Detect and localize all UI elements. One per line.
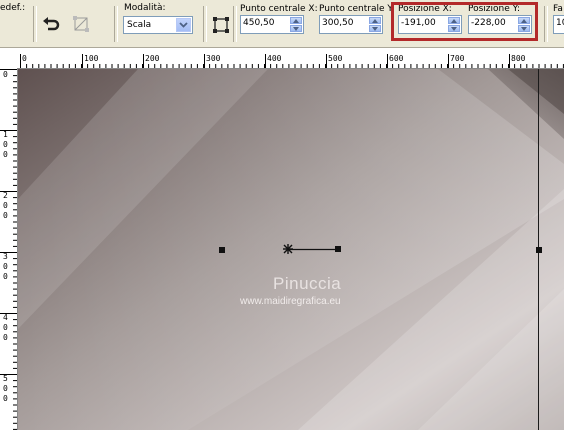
watermark-title: Pinuccia <box>273 274 342 293</box>
ruler-label: 300 <box>206 54 221 63</box>
spin-up-icon[interactable] <box>290 17 302 24</box>
center-y-spinner[interactable] <box>319 15 383 34</box>
center-y-input[interactable] <box>322 18 366 28</box>
chevron-down-icon[interactable] <box>176 18 191 32</box>
mode-label: Modalità: <box>124 3 166 13</box>
ruler-label: 100 <box>3 130 8 159</box>
cut-spinner[interactable] <box>553 15 564 34</box>
watermark-url: www.maidiregrafica.eu <box>240 296 341 307</box>
reset-button[interactable] <box>70 13 92 35</box>
transform-reset-icon <box>73 16 89 32</box>
spin-up-icon[interactable] <box>369 17 381 24</box>
ruler-label: 500 <box>328 54 343 63</box>
separator <box>203 6 207 42</box>
ruler-label: 500 <box>3 374 8 403</box>
center-point-button[interactable] <box>210 14 232 36</box>
toolbar: edef.: Modalità: Scala Punto centrale X:… <box>0 0 564 48</box>
separator <box>233 6 237 42</box>
ruler-label: 0 <box>22 54 27 63</box>
center-x-input[interactable] <box>243 18 287 28</box>
cut-label: Fa <box>553 4 563 14</box>
center-y-label: Punto centrale Y: <box>319 4 395 14</box>
ruler-label: 400 <box>267 54 282 63</box>
separator <box>33 6 37 42</box>
separator <box>544 6 548 42</box>
cut-input[interactable] <box>556 18 564 28</box>
center-x-spinner[interactable] <box>240 15 304 34</box>
spin-down-icon[interactable] <box>290 25 302 32</box>
mode-select[interactable]: Scala <box>123 16 193 34</box>
ruler-label: 100 <box>84 54 99 63</box>
image-canvas[interactable]: Pinuccia www.maidiregrafica.eu <box>18 69 564 430</box>
mode-select-value: Scala <box>127 20 152 30</box>
canvas-image <box>18 69 564 430</box>
vertical-ruler: 0 100 200 300 400 500 <box>0 68 18 430</box>
preset-label: edef.: <box>0 3 26 13</box>
ruler-label: 800 <box>511 54 526 63</box>
rotate-arrow-icon <box>43 17 60 31</box>
separator <box>114 6 118 42</box>
ruler-label: 300 <box>3 252 8 281</box>
ruler-label: 700 <box>450 54 465 63</box>
ruler-label: 200 <box>3 191 8 220</box>
ruler-label: 400 <box>3 313 8 342</box>
position-highlight-box <box>391 2 538 41</box>
ruler-label: 0 <box>3 70 8 79</box>
spin-down-icon[interactable] <box>369 25 381 32</box>
undo-button[interactable] <box>40 13 62 35</box>
horizontal-ruler: 0 100 200 300 400 500 600 700 800 <box>0 54 564 69</box>
ruler-label: 600 <box>389 54 404 63</box>
center-x-label: Punto centrale X: <box>240 4 318 14</box>
ruler-label: 200 <box>145 54 160 63</box>
bounding-box-icon <box>213 17 229 33</box>
